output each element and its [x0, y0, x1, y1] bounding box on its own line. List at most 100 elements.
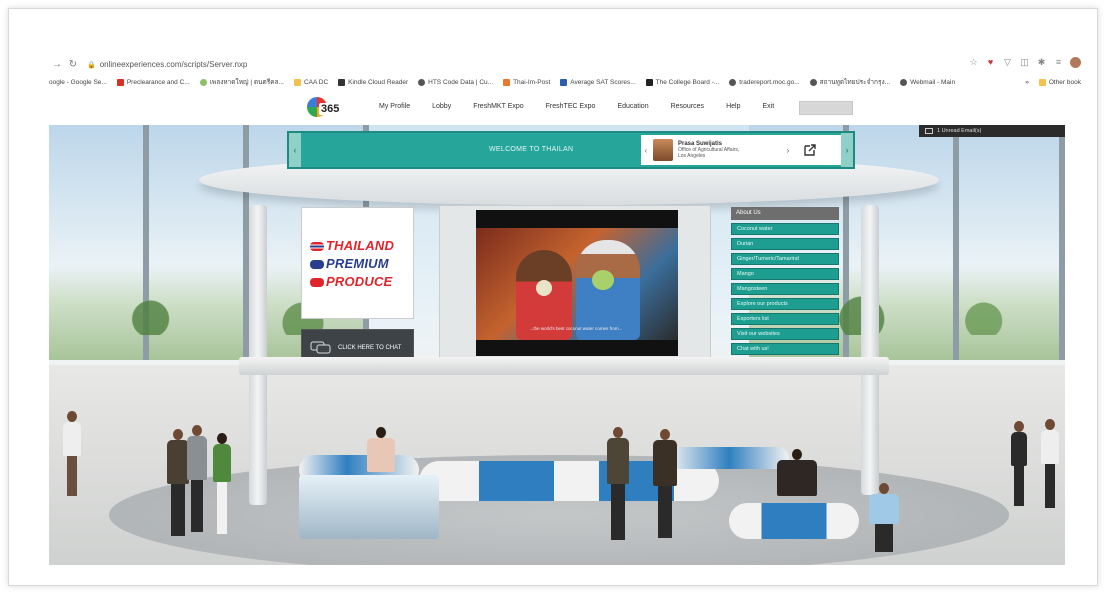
chat-bubble-icon: [310, 341, 331, 354]
site-nav: 365 My Profile Lobby FreshMKT Expo Fresh…: [49, 91, 1081, 125]
nav-freshmkt-expo[interactable]: FreshMKT Expo: [473, 103, 523, 110]
bookmark-label: CAA DC: [303, 78, 329, 86]
bookmark-label: สถานทูตไทยประจำกรุง...: [819, 79, 891, 86]
figure-legs: [611, 484, 625, 540]
globe-icon: [900, 78, 908, 86]
figure-head: [173, 429, 183, 440]
back-icon[interactable]: →: [49, 59, 65, 70]
figure-body: [213, 444, 231, 482]
extension-icon[interactable]: ▽: [1002, 57, 1013, 68]
extensions-bar: ☆ ♥ ▽ ◫ ✱ ≡: [968, 57, 1081, 68]
nav-education[interactable]: Education: [617, 103, 648, 110]
nav-freshtec-expo[interactable]: FreshTEC Expo: [546, 103, 596, 110]
bookmark-label: Thai-Im-Post: [513, 78, 551, 86]
more-bookmarks-button[interactable]: »: [1025, 79, 1029, 86]
bookmark-item[interactable]: Webmail - Main: [900, 78, 955, 86]
bookmark-label: oogle - Google Se...: [49, 78, 107, 86]
menu-item-mango[interactable]: Mango: [731, 268, 839, 280]
other-bookmarks-folder[interactable]: Other book: [1038, 78, 1081, 86]
bookmark-item[interactable]: Average SAT Scores...: [560, 78, 636, 86]
video-person: [576, 240, 640, 340]
welcome-banner: ‹ WELCOME TO THAILAN ‹ Prasa Suwijatis O…: [287, 131, 855, 169]
chevron-left-icon[interactable]: ‹: [289, 133, 301, 167]
menu-item-coconut-water[interactable]: Coconut water: [731, 223, 839, 235]
external-link-icon[interactable]: [802, 142, 818, 158]
figure-head: [376, 427, 386, 438]
url-text: onlineexperiences.com/scripts/Server.nxp: [99, 59, 248, 69]
nav-resources[interactable]: Resources: [671, 103, 704, 110]
bookmark-label: HTS Code Data | Cu...: [428, 78, 494, 86]
nav-help[interactable]: Help: [726, 103, 740, 110]
menu-item-mangosteen[interactable]: Mangosteen: [731, 283, 839, 295]
visitor-figure: [869, 483, 899, 555]
globe-icon: [418, 78, 426, 86]
menu-heading[interactable]: About Us: [731, 207, 839, 220]
thailand-premium-produce-logo: THAILAND PREMIUM PRODUCE: [301, 207, 414, 319]
bookmark-item[interactable]: tradereport.moc.go...: [729, 78, 800, 86]
unread-email-notice[interactable]: 1 Unread Email(s): [919, 125, 1065, 137]
star-icon[interactable]: ☆: [968, 57, 979, 68]
bookmark-item[interactable]: oogle - Google Se...: [49, 79, 107, 86]
virtual-booth-scene: ‹ WELCOME TO THAILAN ‹ Prasa Suwijatis O…: [49, 125, 1065, 565]
envelope-icon: [925, 128, 933, 134]
url-field[interactable]: 🔒 onlineexperiences.com/scripts/Server.nx…: [87, 60, 247, 69]
flag-icon: [310, 242, 324, 251]
bookmark-item[interactable]: Preclearance and C...: [116, 78, 190, 86]
visitor-figure: [1011, 421, 1027, 509]
contact-card[interactable]: ‹ Prasa Suwijatis Office of Agricultural…: [641, 135, 841, 165]
bookmark-item[interactable]: Kindle Cloud Reader: [338, 78, 408, 86]
figure-legs: [216, 482, 228, 534]
brand-line-premium: PREMIUM: [326, 256, 389, 271]
reload-icon[interactable]: ↻: [65, 59, 81, 70]
nav-lobby[interactable]: Lobby: [432, 103, 451, 110]
avatar[interactable]: [1070, 57, 1081, 68]
menu-item-explore-products[interactable]: Explore our products: [731, 298, 839, 310]
video-screen-frame: ...the world's best coconut water comes …: [439, 205, 711, 361]
queue-icon[interactable]: ≡: [1053, 57, 1064, 68]
figure-head: [1014, 421, 1024, 432]
contact-info: Prasa Suwijatis Office of Agricultural A…: [678, 141, 778, 159]
chat-button-label: CLICK HERE TO CHAT: [338, 345, 402, 351]
bookmark-label: เพลงหาดใหญ่ | ดนตรีคล...: [209, 79, 284, 86]
bookmark-item[interactable]: เพลงหาดใหญ่ | ดนตรีคล...: [199, 77, 284, 87]
screenshot-frame: → ↻ 🔒 onlineexperiences.com/scripts/Serve…: [8, 8, 1098, 586]
chevron-right-icon[interactable]: ›: [782, 146, 794, 155]
coconut-image: [592, 270, 614, 290]
figure-head: [660, 429, 670, 440]
search-input[interactable]: [799, 101, 853, 115]
menu-item-exporters-list[interactable]: Exporters list: [731, 313, 839, 325]
menu-item-visit-websites[interactable]: Visit our websites: [731, 328, 839, 340]
site-logo[interactable]: 365: [307, 95, 353, 121]
bookmark-item[interactable]: HTS Code Data | Cu...: [418, 78, 494, 86]
figure-body: [187, 436, 207, 480]
bookmark-item[interactable]: The College Board -...: [645, 78, 719, 86]
nav-my-profile[interactable]: My Profile: [379, 103, 410, 110]
bookmark-label: tradereport.moc.go...: [739, 78, 800, 86]
chevron-left-icon[interactable]: ‹: [641, 146, 651, 155]
figure-legs: [875, 524, 893, 552]
contact-city: Los Angeles: [678, 153, 706, 159]
bookmark-item[interactable]: Thai-Im-Post: [503, 78, 551, 86]
menu-item-chat[interactable]: Chat with us!: [731, 343, 839, 355]
folder-icon: [1038, 78, 1046, 86]
figure-head: [792, 449, 802, 460]
chevron-right-icon[interactable]: ›: [841, 133, 853, 167]
visitor-figure: [777, 449, 817, 529]
video-player[interactable]: ...the world's best coconut water comes …: [476, 210, 678, 356]
menu-item-ginger[interactable]: Ginger/Tumeric/Tamarind: [731, 253, 839, 265]
figure-legs: [1014, 466, 1024, 506]
figure-body: [653, 440, 677, 486]
visitor-figure: [187, 425, 207, 535]
extension-icon[interactable]: ◫: [1019, 57, 1030, 68]
figure-body: [63, 422, 81, 456]
booth-menu: About Us Coconut water Durian Ginger/Tum…: [731, 207, 839, 358]
figure-body: [1011, 432, 1027, 466]
extension-icon[interactable]: ♥: [985, 57, 996, 68]
bookmark-item[interactable]: CAA DC: [293, 78, 329, 86]
desk: [299, 475, 439, 539]
puzzle-icon[interactable]: ✱: [1036, 57, 1047, 68]
video-caption: ...the world's best coconut water comes …: [529, 326, 623, 331]
nav-exit[interactable]: Exit: [762, 103, 774, 110]
bookmark-item[interactable]: สถานทูตไทยประจำกรุง...: [809, 77, 891, 87]
menu-item-durian[interactable]: Durian: [731, 238, 839, 250]
